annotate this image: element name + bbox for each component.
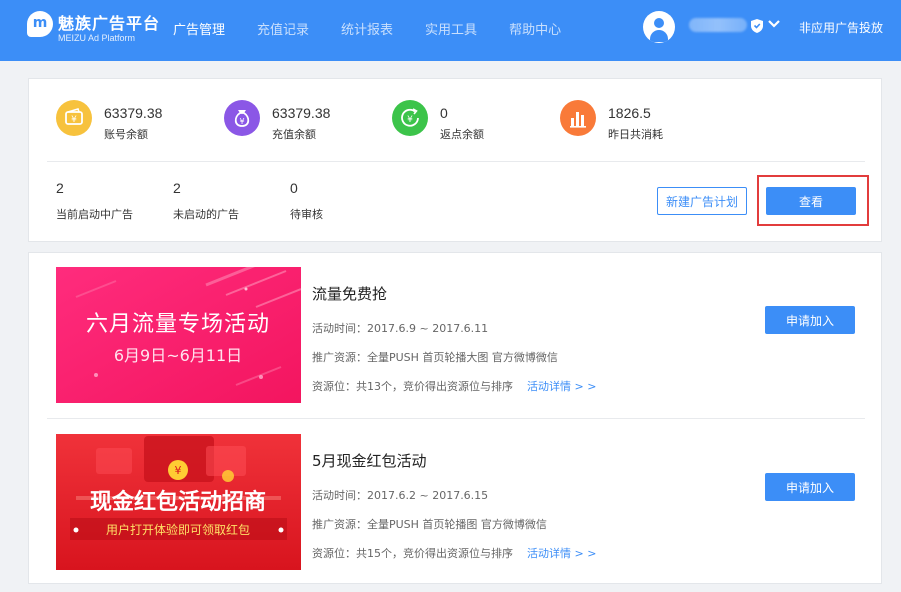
- banner-traffic-line1: 六月流量专场活动: [86, 312, 270, 337]
- meizu-logo-icon[interactable]: m: [27, 11, 53, 37]
- banner-traffic-line2: 6月9日~6月11日: [114, 346, 242, 365]
- activity-banner-redpacket[interactable]: ¥ 现金红包活动招商 用户打开体验即可领取红包: [56, 434, 301, 570]
- bar-chart-icon: [560, 100, 596, 136]
- activity-resource: 推广资源：全量PUSH 首页轮播图 官方微博微信: [312, 518, 547, 531]
- yesterday-spend-value: 1826.5: [608, 105, 651, 121]
- money-bag-icon: ¥: [224, 100, 260, 136]
- banner-coin-symbol: ¥: [175, 464, 182, 477]
- yesterday-spend-label: 昨日共消耗: [608, 128, 663, 141]
- brand-subtitle: MEIZU Ad Platform: [58, 33, 136, 43]
- banner-redpacket-line2: 用户打开体验即可领取红包: [106, 522, 250, 537]
- avatar-body-shape: [650, 30, 668, 42]
- user-avatar-icon[interactable]: [643, 11, 675, 43]
- rebate-balance-value: 0: [440, 105, 448, 121]
- nav-tools[interactable]: 实用工具: [425, 19, 477, 38]
- avatar-head-shape: [654, 18, 664, 28]
- activity-title[interactable]: 流量免费抢: [312, 283, 387, 304]
- new-ad-plan-button[interactable]: 新建广告计划: [657, 187, 747, 215]
- recharge-balance-label: 充值余额: [272, 128, 316, 141]
- pending-review-value: 0: [290, 180, 298, 196]
- banner-redpacket-line1: 现金红包活动招商: [90, 489, 266, 515]
- pending-review-label: 待审核: [290, 208, 323, 221]
- activity-resource: 推广资源：全量PUSH 首页轮播大图 官方微博微信: [312, 351, 558, 364]
- rebate-balance-label: 返点余额: [440, 128, 484, 141]
- nav-help[interactable]: 帮助中心: [509, 19, 561, 38]
- activity-slots: 资源位：共13个，竞价得出资源位与排序: [312, 380, 513, 393]
- not-started-ads-label: 未启动的广告: [173, 208, 239, 221]
- svg-text:¥: ¥: [71, 115, 77, 125]
- username-blurred[interactable]: [689, 18, 747, 32]
- shield-icon: [751, 19, 763, 33]
- account-overview-panel: ¥ 63379.38 账号余额 ¥ 63379.38 充值余额 ¥ 0 返点余额: [28, 78, 882, 242]
- overview-divider: [47, 161, 865, 162]
- activity-detail-link[interactable]: 活动详情 > >: [527, 380, 596, 393]
- account-balance-value: 63379.38: [104, 105, 163, 121]
- activity-title[interactable]: 5月现金红包活动: [312, 450, 427, 471]
- activity-slots-row: 资源位：共13个，竞价得出资源位与排序 活动详情 > >: [312, 378, 596, 394]
- activity-divider: [47, 418, 865, 419]
- nav-statistics[interactable]: 统计报表: [341, 19, 393, 38]
- top-header: m 魅族广告平台 MEIZU Ad Platform 广告管理 充值记录 统计报…: [0, 0, 901, 61]
- activity-slots: 资源位：共15个，竞价得出资源位与排序: [312, 547, 513, 560]
- activity-slots-row: 资源位：共15个，竞价得出资源位与排序 活动详情 > >: [312, 545, 596, 561]
- svg-text:¥: ¥: [239, 117, 244, 126]
- chevron-down-icon[interactable]: [767, 16, 781, 32]
- svg-text:¥: ¥: [407, 115, 413, 125]
- activity-item: ¥ 现金红包活动招商 用户打开体验即可领取红包 5月现金红包活动 活动时间：20…: [29, 420, 881, 586]
- activity-time: 活动时间：2017.6.9 ~ 2017.6.11: [312, 322, 489, 335]
- recharge-balance-value: 63379.38: [272, 105, 331, 121]
- wallet-icon: ¥: [56, 100, 92, 136]
- nav-ad-management[interactable]: 广告管理: [173, 19, 225, 38]
- activity-banner-traffic[interactable]: 六月流量专场活动 6月9日~6月11日: [56, 267, 301, 403]
- running-ads-label: 当前启动中广告: [56, 208, 133, 221]
- activity-detail-link[interactable]: 活动详情 > >: [527, 547, 596, 560]
- rebate-cycle-icon: ¥: [392, 100, 428, 136]
- brand-title[interactable]: 魅族广告平台: [58, 10, 160, 34]
- nav-recharge-records[interactable]: 充值记录: [257, 19, 309, 38]
- view-button[interactable]: 查看: [766, 187, 856, 215]
- account-balance-label: 账号余额: [104, 128, 148, 141]
- running-ads-value: 2: [56, 180, 64, 196]
- logo-letter: m: [32, 15, 48, 31]
- activity-time: 活动时间：2017.6.2 ~ 2017.6.15: [312, 489, 489, 502]
- apply-join-button[interactable]: 申请加入: [765, 306, 855, 334]
- activity-item: 六月流量专场活动 6月9日~6月11日 流量免费抢 活动时间：2017.6.9 …: [29, 253, 881, 419]
- activities-panel: 六月流量专场活动 6月9日~6月11日 流量免费抢 活动时间：2017.6.9 …: [28, 252, 882, 584]
- not-started-ads-value: 2: [173, 180, 181, 196]
- non-app-ads-link[interactable]: 非应用广告投放: [799, 19, 883, 36]
- apply-join-button[interactable]: 申请加入: [765, 473, 855, 501]
- main-nav: 广告管理 充值记录 统计报表 实用工具 帮助中心: [173, 19, 593, 38]
